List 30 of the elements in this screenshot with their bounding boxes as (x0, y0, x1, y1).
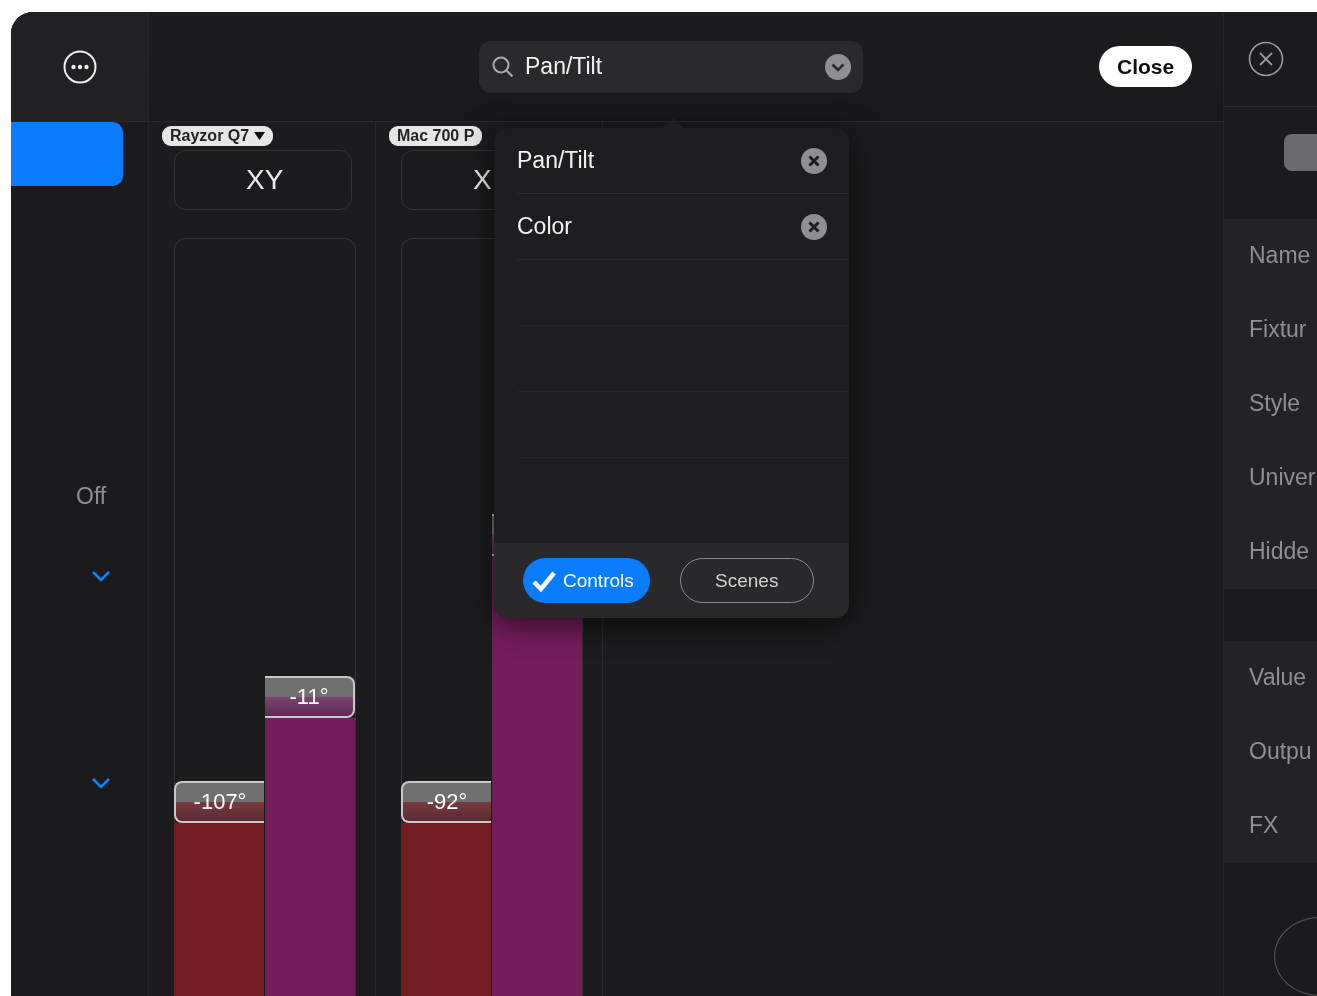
property-label[interactable]: Name (1224, 218, 1317, 293)
status-label: Off (76, 483, 107, 510)
search-field[interactable]: Pan/Tilt (479, 40, 863, 93)
close-button[interactable]: Close (1099, 46, 1193, 87)
popover-item[interactable]: Pan/Tilt (517, 128, 849, 194)
property-label[interactable]: Hidde (1224, 514, 1317, 589)
property-label[interactable]: Univer (1224, 440, 1317, 515)
value-handle[interactable]: -11° (265, 676, 355, 719)
property-label[interactable]: Style (1224, 366, 1317, 441)
fixture-tag[interactable]: Rayzor Q7 (162, 126, 274, 146)
value-handle[interactable]: -107° (174, 780, 264, 823)
chevron-down-icon[interactable] (91, 777, 111, 789)
caret-icon (254, 132, 266, 140)
chevron-down-icon[interactable] (91, 570, 111, 582)
property-label[interactable]: Outpu (1224, 714, 1317, 789)
fixture-tag[interactable]: Mac 700 P (389, 126, 483, 146)
search-icon (491, 54, 515, 79)
mode-button[interactable]: XY (174, 150, 352, 210)
popover-item[interactable]: Color (517, 194, 849, 260)
property-label[interactable]: FX (1224, 788, 1317, 863)
property-label[interactable]: Fixtur (1224, 292, 1317, 367)
property-label[interactable]: Value (1224, 640, 1317, 715)
checkmark-icon (531, 569, 557, 592)
chevron-down-icon[interactable] (825, 53, 851, 80)
remove-icon[interactable] (801, 213, 827, 240)
more-icon[interactable] (62, 49, 97, 84)
filter-button[interactable]: Controls (523, 558, 650, 603)
remove-icon[interactable] (801, 147, 827, 174)
close-icon[interactable] (1248, 40, 1284, 77)
value-handle[interactable]: -92° (401, 780, 491, 823)
